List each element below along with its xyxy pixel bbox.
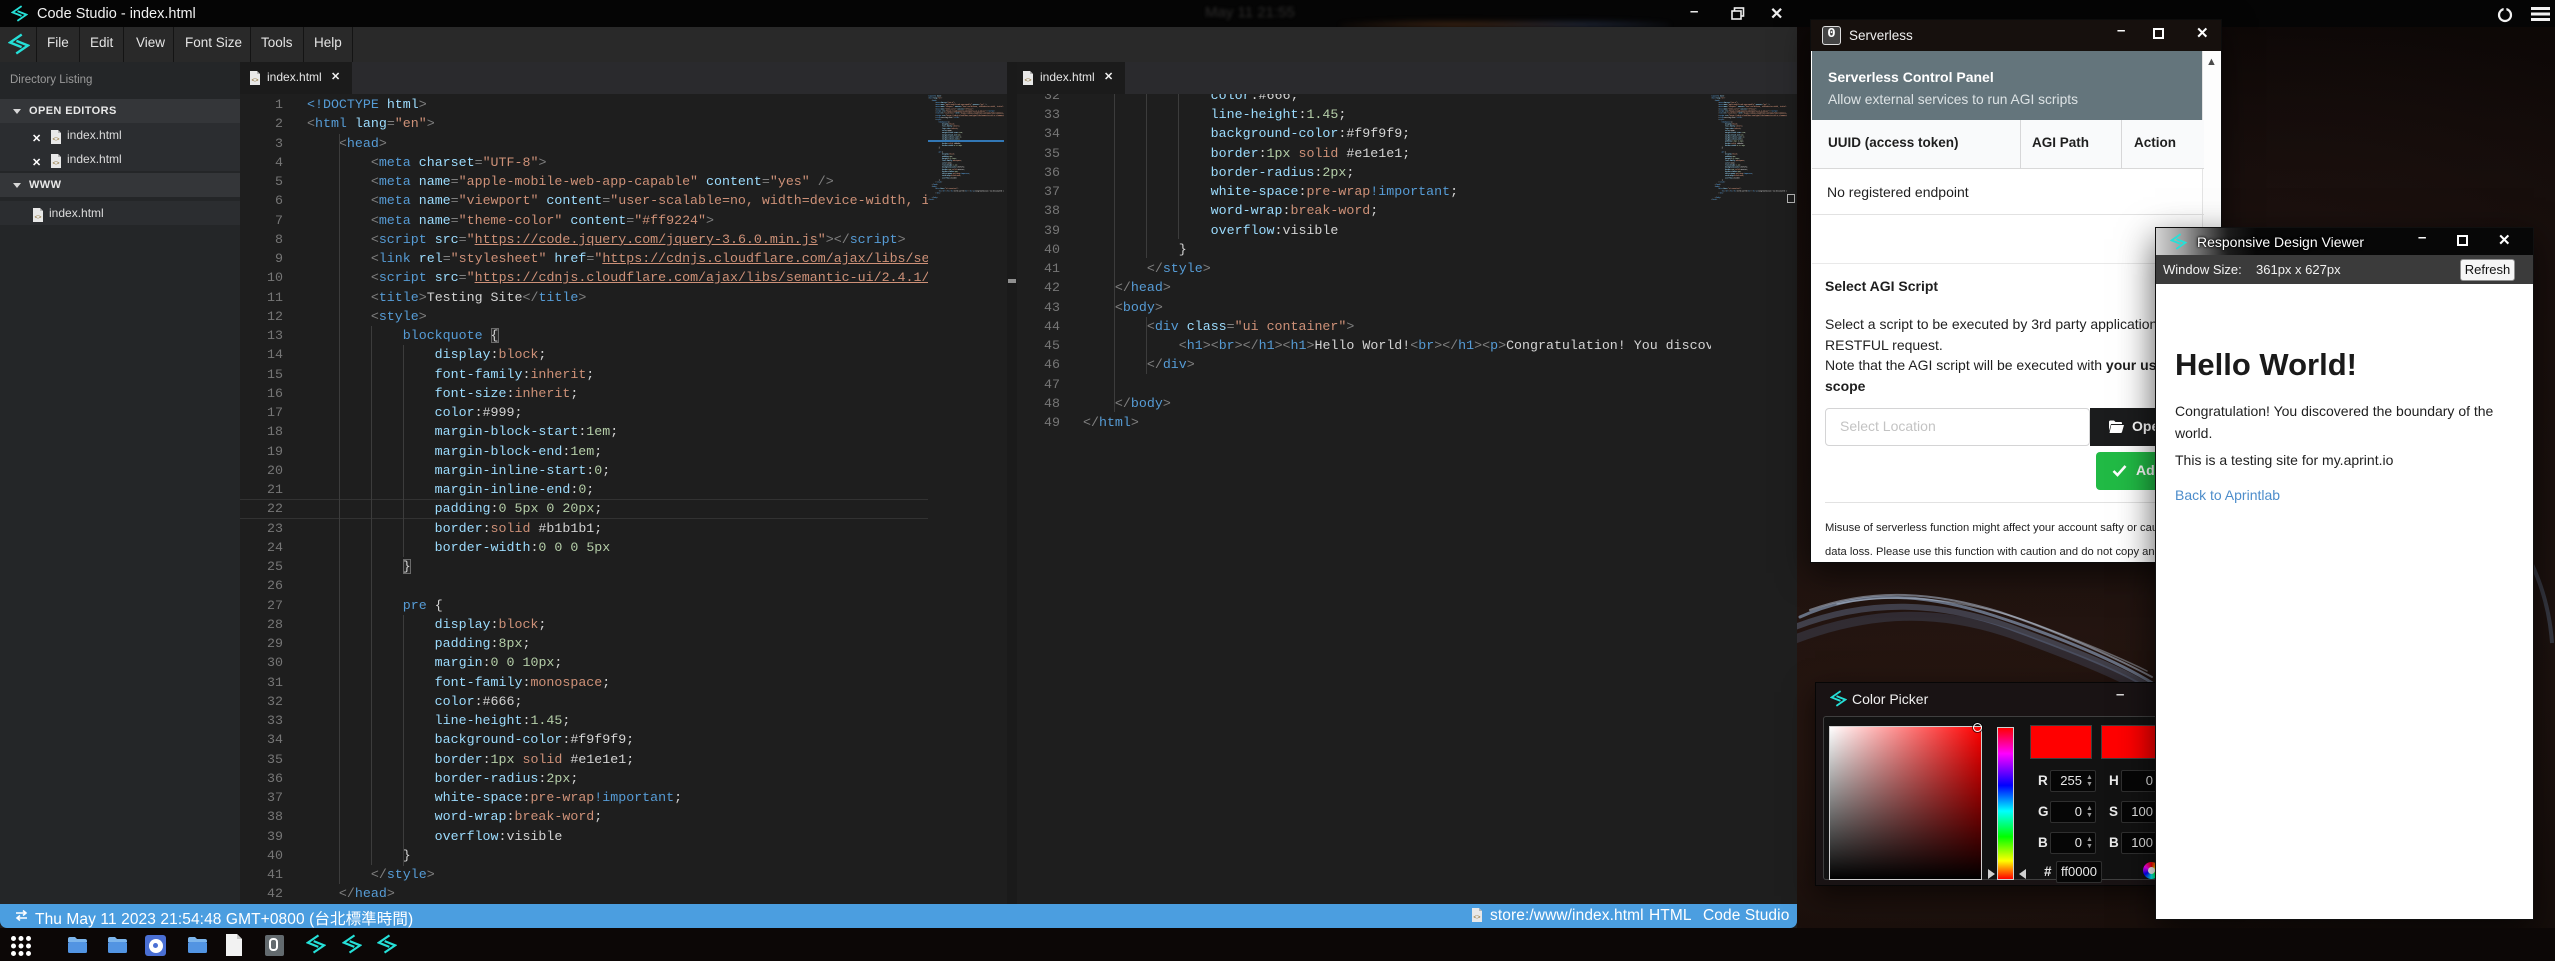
svg-text:<>: <> [1473,915,1481,921]
svg-text:<>: <> [52,161,60,167]
svg-text:<>: <> [1024,78,1032,84]
svg-text:<>: <> [52,137,60,143]
svg-text:<>: <> [34,215,42,221]
svg-text:<>: <> [251,78,259,84]
